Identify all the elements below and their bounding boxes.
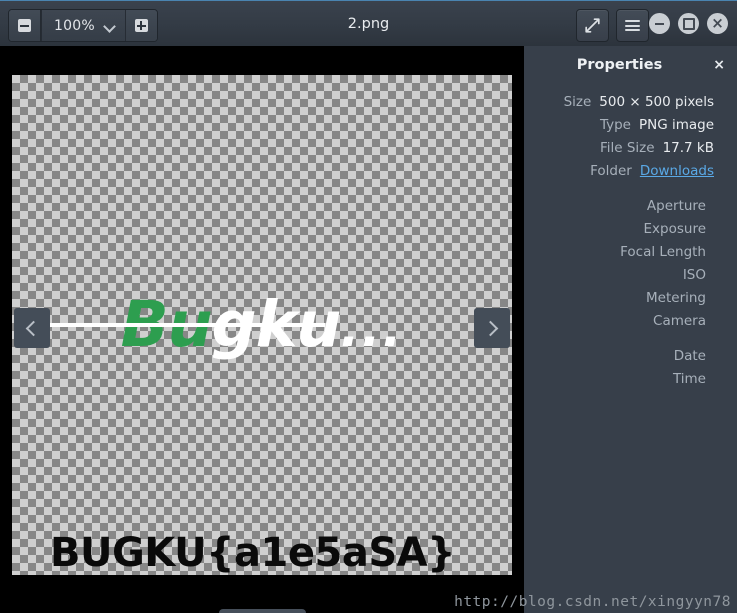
properties-divider	[524, 186, 714, 198]
fullscreen-expand-icon	[585, 18, 600, 33]
property-value: 500 × 500 pixels	[599, 94, 714, 110]
flag-text: BUGKU{a1e5aSA}	[50, 530, 456, 576]
zoom-out-icon	[18, 19, 31, 32]
property-row-size: Size 500 × 500 pixels	[524, 94, 714, 117]
property-label: Time	[672, 371, 706, 387]
zoom-control-group: 100%	[8, 9, 158, 42]
zoom-in-icon	[134, 19, 148, 32]
maximize-button[interactable]	[678, 13, 699, 34]
properties-title: Properties	[576, 57, 663, 73]
property-label: Aperture	[646, 198, 706, 214]
watermark-text: http://blog.csdn.net/xingyyn78	[454, 594, 731, 610]
property-row-folder: Folder Downloads	[524, 163, 714, 186]
window-controls	[649, 13, 728, 34]
property-row-camera: Camera	[524, 313, 714, 336]
properties-sidebar: Properties × Size 500 × 500 pixels Type …	[524, 46, 737, 613]
property-row-aperture: Aperture	[524, 198, 714, 221]
properties-divider-2	[524, 336, 714, 348]
property-label: Folder	[590, 163, 632, 179]
close-button[interactable]	[707, 13, 728, 34]
rotate-toolbar: ↶ ↷	[219, 609, 306, 613]
zoom-level-value: 100%	[54, 17, 95, 34]
property-label: Type	[599, 117, 631, 133]
property-label: Date	[673, 348, 706, 364]
property-row-time: Time	[524, 371, 714, 394]
chevron-left-icon	[25, 320, 42, 336]
zoom-in-button[interactable]	[125, 10, 157, 41]
zoom-level-dropdown[interactable]: 100%	[41, 10, 126, 41]
title-bar: 100% 2.png	[0, 0, 737, 46]
property-row-file-size: File Size 17.7 kB	[524, 140, 714, 163]
property-row-focal-length: Focal Length	[524, 244, 714, 267]
minimize-button[interactable]	[649, 13, 670, 34]
image-viewer-window: 100% 2.png × Bugku... BUGKU{a1e5aSA} Pro…	[0, 0, 737, 613]
property-label: Exposure	[643, 221, 707, 237]
property-row-iso: ISO	[524, 267, 714, 290]
property-row-date: Date	[524, 348, 714, 371]
property-row-metering: Metering	[524, 290, 714, 313]
image-viewer-area: Bugku... BUGKU{a1e5aSA} ↶ ↷	[0, 46, 524, 613]
fullscreen-button[interactable]	[576, 9, 609, 42]
folder-link[interactable]: Downloads	[640, 163, 714, 179]
previous-image-button[interactable]	[14, 308, 50, 348]
property-row-type: Type PNG image	[524, 117, 714, 140]
chevron-right-icon	[482, 320, 499, 336]
property-label: Focal Length	[620, 244, 706, 260]
logo-dots: ...	[340, 300, 404, 358]
property-value: PNG image	[638, 117, 714, 133]
property-label: Size	[563, 94, 592, 110]
property-row-exposure: Exposure	[524, 221, 714, 244]
property-label: ISO	[682, 267, 706, 283]
window-tool-group	[576, 9, 649, 42]
properties-list: Size 500 × 500 pixels Type PNG image Fil…	[524, 86, 737, 394]
chevron-down-icon	[104, 22, 115, 29]
menu-button[interactable]	[616, 9, 649, 42]
properties-header: Properties ×	[524, 46, 737, 86]
property-label: Metering	[646, 290, 706, 306]
zoom-out-button[interactable]	[9, 10, 41, 41]
logo-underline	[50, 323, 325, 327]
next-image-button[interactable]	[474, 308, 510, 348]
property-value: 17.7 kB	[662, 140, 714, 156]
hamburger-menu-icon	[625, 20, 640, 31]
property-label: Camera	[653, 313, 706, 329]
image-canvas[interactable]: Bugku... BUGKU{a1e5aSA}	[12, 75, 512, 576]
property-label: File Size	[599, 140, 655, 156]
properties-close-button[interactable]: ×	[713, 57, 725, 73]
